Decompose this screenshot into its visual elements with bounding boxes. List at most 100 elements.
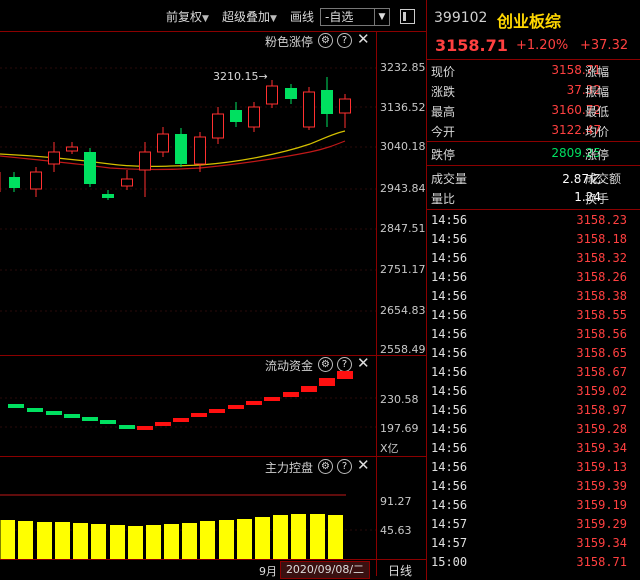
quote-row: 涨跌 37.32 振幅: [427, 81, 640, 100]
divider: [376, 32, 377, 576]
divider: [0, 559, 426, 560]
tick-price: 3158.18: [576, 232, 627, 246]
candles: [0, 77, 351, 200]
tick-time: 14:56: [431, 441, 468, 455]
tick-price: 3158.23: [576, 213, 627, 227]
tick-time: 14:56: [431, 270, 468, 284]
tick-time: 14:56: [431, 327, 468, 341]
tick-price: 3158.32: [576, 251, 627, 265]
tick-time: 14:56: [431, 346, 468, 360]
list-item: 14:56 3158.65: [427, 344, 640, 363]
tick-time: 14:56: [431, 422, 468, 436]
list-item: 14:56 3159.13: [427, 458, 640, 477]
current-price: 3158.71: [435, 36, 508, 55]
quote-label: 涨跌: [431, 85, 456, 99]
tick-price: 3158.65: [576, 346, 627, 360]
y-tick: 91.27: [380, 495, 412, 508]
list-item: 14:56 3159.28: [427, 420, 640, 439]
y-tick: 2847.51: [380, 222, 426, 235]
divider: [427, 59, 640, 60]
list-item: 14:56 3158.97: [427, 401, 640, 420]
y-unit-label: 亿: [387, 442, 399, 455]
quote-row: 跌停 2809.25 涨停: [427, 144, 640, 163]
list-item: 14:56 3159.34: [427, 439, 640, 458]
candlestick-chart[interactable]: [0, 32, 376, 355]
quote-label: 最低: [585, 105, 610, 119]
month-label: 9月: [259, 565, 277, 578]
stock-code: 399102: [434, 10, 488, 26]
list-item: 14:57 3159.34: [427, 534, 640, 553]
list-item: 14:56 3159.19: [427, 496, 640, 515]
y-tick: 197.69: [380, 422, 419, 435]
high-annotation: 3210.15→: [213, 70, 268, 83]
quote-label: 跌停: [431, 148, 456, 162]
tick-price: 3158.67: [576, 365, 627, 379]
tick-time: 14:56: [431, 232, 468, 246]
list-item: 14:56 3158.55: [427, 306, 640, 325]
period-selector[interactable]: 日线: [388, 562, 412, 579]
watchlist-select[interactable]: -自选 ▼: [320, 8, 390, 26]
list-item: 14:56 3158.26: [427, 268, 640, 287]
quote-row: 量比 1.24 换手: [427, 188, 640, 207]
quote-label: 量比: [431, 192, 456, 206]
y-tick: 45.63: [380, 524, 412, 537]
overlay-label: 超级叠加: [222, 10, 271, 24]
tick-price: 3158.26: [576, 270, 627, 284]
list-item: 14:56 3158.56: [427, 325, 640, 344]
tick-time: 14:56: [431, 251, 468, 265]
tick-time: 14:57: [431, 517, 468, 531]
tick-time: 14:56: [431, 498, 468, 512]
list-item: 14:56 3159.39: [427, 477, 640, 496]
chevron-down-icon: ▼: [270, 14, 277, 24]
tick-price: 3158.55: [576, 308, 627, 322]
panel-toggle-icon[interactable]: [400, 9, 415, 24]
y-tick: 3136.52: [380, 101, 426, 114]
quote-table: 现价 3158.71 涨幅 涨跌 37.32 振幅 最高 3160.72 最低 今开 3122…: [427, 61, 640, 213]
quote-label: 成交量: [431, 172, 468, 186]
overlay-menu[interactable]: 超级叠加▼: [222, 8, 277, 25]
tick-price: 3158.97: [576, 403, 627, 417]
list-item: 14:57 3159.29: [427, 515, 640, 534]
fund-flow-chart[interactable]: [0, 356, 376, 456]
draw-line-button[interactable]: 画线: [290, 8, 314, 25]
y-tick: 2654.83: [380, 304, 426, 317]
y-tick: 3232.85: [380, 61, 426, 74]
tick-price: 3159.02: [576, 384, 627, 398]
tick-time: 14:56: [431, 213, 468, 227]
list-item: 14:56 3158.67: [427, 363, 640, 382]
chevron-down-icon: ▼: [374, 9, 389, 25]
y-tick: 2558.49: [380, 343, 426, 356]
tick-price: 3158.38: [576, 289, 627, 303]
quote-label: 换手: [585, 192, 610, 206]
tick-price: 3159.34: [576, 441, 627, 455]
list-item: 15:00 3158.71: [427, 553, 640, 572]
tick-price: 3159.34: [576, 536, 627, 550]
chart-toolbar: 前复权▼ 超级叠加▼ 画线 -自选 ▼: [0, 0, 425, 32]
percent-change: +1.20%: [516, 38, 569, 53]
main-control-chart[interactable]: [0, 457, 376, 559]
quote-label: 现价: [431, 65, 456, 79]
tick-time: 14:56: [431, 289, 468, 303]
list-item: 14:56 3158.32: [427, 249, 640, 268]
quote-label: 成交额: [585, 172, 622, 186]
fq-label: 前复权: [166, 10, 203, 24]
tick-list[interactable]: 14:56 3158.23 14:56 3158.18 14:56 3158.32 1…: [427, 211, 640, 577]
tick-price: 3159.29: [576, 517, 627, 531]
tick-time: 14:56: [431, 384, 468, 398]
quote-row: 现价 3158.71 涨幅: [427, 61, 640, 80]
tick-time: 14:56: [431, 403, 468, 417]
date-cursor-label: 2020/09/08/二: [280, 561, 370, 579]
tick-time: 14:56: [431, 365, 468, 379]
quote-label: 最高: [431, 105, 456, 119]
quote-label: 今开: [431, 125, 456, 139]
divider: [427, 209, 640, 210]
list-item: 14:56 3158.23: [427, 211, 640, 230]
stock-name: 创业板综: [497, 12, 562, 31]
price-change: +37.32: [580, 38, 629, 53]
tick-price: 3159.13: [576, 460, 627, 474]
y-tick: 230.58: [380, 393, 419, 406]
y-tick: 2751.17: [380, 263, 426, 276]
quote-row: 成交量 2.87亿 成交额: [427, 168, 640, 187]
quote-label: 涨停: [585, 148, 610, 162]
fq-menu[interactable]: 前复权▼: [166, 8, 209, 25]
